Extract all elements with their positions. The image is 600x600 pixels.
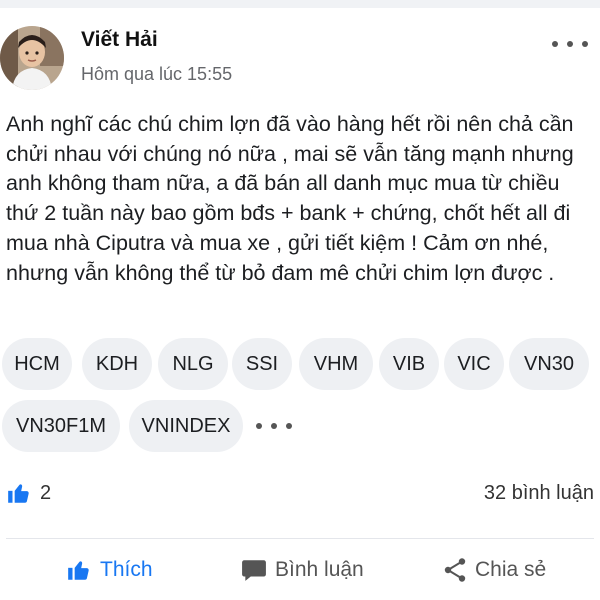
like-button-label: Thích bbox=[100, 558, 153, 581]
more-horizontal-icon-dot bbox=[271, 423, 277, 429]
more-horizontal-icon-dot bbox=[582, 41, 588, 47]
comment-count[interactable]: 32 bình luận bbox=[484, 478, 594, 508]
more-tags-button[interactable] bbox=[256, 400, 292, 452]
author-name[interactable]: Viết Hải bbox=[81, 28, 158, 52]
tag-chip[interactable]: HCM bbox=[2, 338, 72, 390]
comment-button[interactable]: Bình luận bbox=[241, 548, 364, 592]
post-actions: Thích Bình luận Chia sẻ bbox=[0, 548, 600, 592]
post-timestamp[interactable]: Hôm qua lúc 15:55 bbox=[81, 64, 232, 85]
post-body-text: Anh nghĩ các chú chim lợn đã vào hàng hế… bbox=[6, 112, 580, 285]
post-card: Viết Hải Hôm qua lúc 15:55 Anh nghĩ các … bbox=[0, 0, 600, 600]
avatar-image bbox=[0, 26, 64, 90]
tag-chip[interactable]: VN30F1M bbox=[2, 400, 120, 452]
comment-button-label: Bình luận bbox=[275, 558, 364, 581]
avatar[interactable] bbox=[0, 26, 64, 90]
more-options-button[interactable] bbox=[552, 34, 588, 54]
more-horizontal-icon-dot bbox=[567, 41, 573, 47]
tag-chip[interactable]: NLG bbox=[158, 338, 228, 390]
more-horizontal-icon bbox=[552, 41, 558, 47]
more-horizontal-icon-dot bbox=[286, 423, 292, 429]
thumbs-up-icon bbox=[8, 484, 29, 503]
share-nodes-icon bbox=[444, 558, 466, 582]
tag-chip[interactable]: VNINDEX bbox=[129, 400, 243, 452]
tag-chip[interactable]: KDH bbox=[82, 338, 152, 390]
share-button-label: Chia sẻ bbox=[475, 558, 547, 581]
tag-chip[interactable]: VIB bbox=[379, 338, 439, 390]
tag-chip[interactable]: VN30 bbox=[509, 338, 589, 390]
tag-chip[interactable]: VHM bbox=[299, 338, 373, 390]
share-button[interactable]: Chia sẻ bbox=[443, 548, 546, 592]
thumbs-up-icon bbox=[68, 561, 89, 580]
more-horizontal-icon bbox=[256, 423, 262, 429]
post-stats: 2 32 bình luận bbox=[0, 478, 600, 508]
post-header: Viết Hải Hôm qua lúc 15:55 bbox=[0, 8, 600, 90]
top-divider-strip bbox=[0, 0, 600, 8]
like-count: 2 bbox=[40, 481, 52, 504]
speech-bubble-icon bbox=[242, 560, 266, 581]
reactions-summary[interactable]: 2 bbox=[6, 478, 51, 508]
tag-chip[interactable]: SSI bbox=[232, 338, 292, 390]
divider bbox=[6, 538, 594, 539]
like-button[interactable]: Thích bbox=[66, 548, 153, 592]
tag-chip[interactable]: VIC bbox=[444, 338, 504, 390]
